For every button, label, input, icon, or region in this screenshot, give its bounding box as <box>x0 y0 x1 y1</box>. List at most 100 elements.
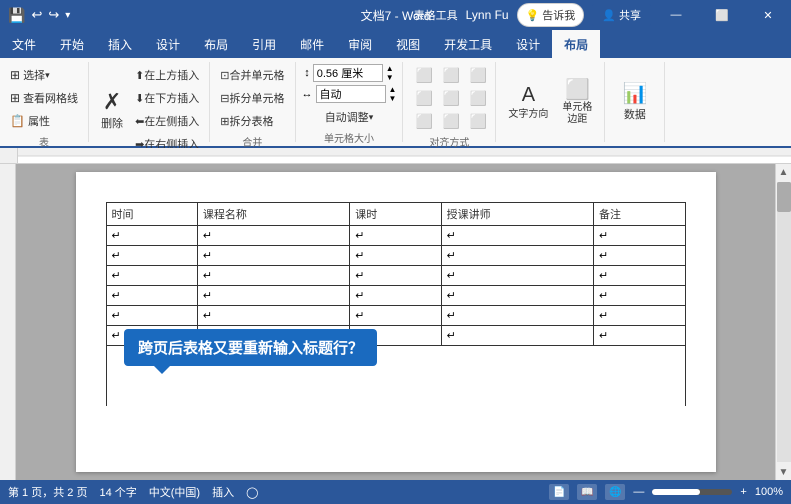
tab-insert[interactable]: 插入 <box>96 30 144 58</box>
cell-height-spinner[interactable]: ▲▼ <box>386 64 394 82</box>
split-table-icon: ⊞ <box>220 115 229 128</box>
maximize-button[interactable]: ⬜ <box>699 0 745 30</box>
table-row: 跨页后表格又要重新输入标题行？ <box>106 346 685 406</box>
split-cells-icon: ⊟ <box>220 92 229 105</box>
table-header-row: 时间 课程名称 课时 授课讲师 备注 <box>106 203 685 226</box>
tab-developer[interactable]: 开发工具 <box>432 30 504 58</box>
text-direction-icon: A <box>522 82 535 108</box>
auto-adjust-button[interactable]: 自动调整 ▾ <box>321 106 378 128</box>
tab-file[interactable]: 文件 <box>0 30 48 58</box>
tab-table-design[interactable]: 设计 <box>504 30 552 58</box>
window-controls: — ⬜ ✕ <box>653 0 791 30</box>
document-page: 时间 课程名称 课时 授课讲师 备注 ↵↵↵↵↵ ↵↵↵↵↵ ↵↵↵↵↵ ↵↵↵… <box>76 172 716 472</box>
scroll-up-button[interactable]: ▲ <box>776 164 791 180</box>
input-mode: 插入 <box>212 484 234 500</box>
page-container: 时间 课程名称 课时 授课讲师 备注 ↵↵↵↵↵ ↵↵↵↵↵ ↵↵↵↵↵ ↵↵↵… <box>16 164 775 480</box>
data-icon: 📊 <box>622 81 647 106</box>
cell-width-input[interactable] <box>316 85 386 103</box>
align-middle-center-button[interactable]: ⬜ <box>436 88 466 109</box>
vertical-ruler <box>0 164 16 480</box>
share-icon: 👤 <box>602 9 616 22</box>
table-tools-label: 表格工具 <box>414 7 458 23</box>
cell-height-input[interactable] <box>313 64 383 82</box>
select-icon: ⊞ <box>10 68 20 82</box>
align-middle-left-button[interactable]: ⬜ <box>409 88 439 109</box>
tell-me-button[interactable]: 💡 告诉我 <box>517 3 585 27</box>
tab-table-layout[interactable]: 布局 <box>552 30 600 58</box>
align-top-center-button[interactable]: ⬜ <box>436 65 466 86</box>
split-cells-button[interactable]: ⊟ 拆分单元格 <box>216 87 288 109</box>
customize-quick-access-icon[interactable]: ▾ <box>65 10 70 21</box>
delete-button[interactable]: ✗ 删除 <box>95 85 129 135</box>
page-info: 第 1 页，共 2 页 <box>8 484 87 500</box>
view-print-button[interactable]: 📄 <box>549 484 569 500</box>
word-count: 14 个字 <box>99 484 136 500</box>
tab-view[interactable]: 视图 <box>384 30 432 58</box>
split-table-button[interactable]: ⊞ 拆分表格 <box>216 110 277 132</box>
document-table: 时间 课程名称 课时 授课讲师 备注 ↵↵↵↵↵ ↵↵↵↵↵ ↵↵↵↵↵ ↵↵↵… <box>106 202 686 406</box>
align-bottom-center-button[interactable]: ⬜ <box>436 111 466 132</box>
cell-width-spinner[interactable]: ▲▼ <box>389 85 397 103</box>
header-cell-time: 时间 <box>106 203 197 226</box>
close-button[interactable]: ✕ <box>745 0 791 30</box>
zoom-slider[interactable] <box>652 489 732 495</box>
tab-design[interactable]: 设计 <box>144 30 192 58</box>
tab-review[interactable]: 审阅 <box>336 30 384 58</box>
align-bottom-right-button[interactable]: ⬜ <box>463 111 493 132</box>
status-right: 📄 📖 🌐 — + 100% <box>549 484 783 500</box>
ruler-track: // ticks rendered via CSS <box>18 148 791 163</box>
share-button[interactable]: 👤 共享 <box>592 4 651 26</box>
scroll-down-button[interactable]: ▼ <box>776 464 791 480</box>
ribbon-group-rows-columns: ✗ 删除 ⬆ 在上方插入 ⬇ 在下方插入 ⬅ 在左侧插入 ➡ 在右侧插 <box>89 62 210 142</box>
insert-below-icon: ⬇ <box>135 92 144 105</box>
ribbon-group-alignment-icons: ⬜ ⬜ ⬜ ⬜ ⬜ ⬜ ⬜ ⬜ ⬜ 对齐方式 <box>403 62 496 142</box>
select-button[interactable]: ⊞ 选择▾ <box>6 64 82 86</box>
merge-cells-icon: ⊡ <box>220 69 229 82</box>
vertical-scrollbar[interactable]: ▲ ▼ <box>775 164 791 480</box>
alignment-group-label: 对齐方式 <box>429 132 469 149</box>
align-bottom-left-button[interactable]: ⬜ <box>409 111 439 132</box>
view-web-button[interactable]: 🌐 <box>605 484 625 500</box>
ribbon-group-text-direction: A 文字方向 ⬜ 单元格 边距 <box>496 62 605 142</box>
view-gridlines-button[interactable]: ⊞ 查看网格线 <box>6 87 82 109</box>
cell-size-group-label: 单元格大小 <box>324 128 374 145</box>
undo-icon[interactable]: ↩ <box>31 7 42 23</box>
data-button[interactable]: 📊 数据 <box>616 77 653 126</box>
table-row: ↵↵↵↵↵ <box>106 286 685 306</box>
align-middle-right-button[interactable]: ⬜ <box>463 88 493 109</box>
save-icon[interactable]: 💾 <box>8 7 25 24</box>
align-top-right-button[interactable]: ⬜ <box>463 65 493 86</box>
text-direction-button[interactable]: A 文字方向 <box>502 78 554 125</box>
insert-above-button[interactable]: ⬆ 在上方插入 <box>131 64 203 86</box>
cell-height-icon: ↕ <box>304 67 310 79</box>
table-group-label: 表 <box>39 132 49 149</box>
properties-button[interactable]: 📋 属性 <box>6 110 82 132</box>
tab-home[interactable]: 开始 <box>48 30 96 58</box>
username: Lynn Fu <box>466 8 509 22</box>
table-row: ↵↵↵↵↵ <box>106 246 685 266</box>
document-area: 时间 课程名称 课时 授课讲师 备注 ↵↵↵↵↵ ↵↵↵↵↵ ↵↵↵↵↵ ↵↵↵… <box>0 164 791 480</box>
align-top-left-button[interactable]: ⬜ <box>409 65 439 86</box>
insert-left-button[interactable]: ⬅ 在左侧插入 <box>131 110 203 132</box>
cell-margin-icon: ⬜ <box>565 77 590 102</box>
minus-zoom-button[interactable]: — <box>633 486 644 498</box>
minimize-button[interactable]: — <box>653 0 699 30</box>
insert-below-button[interactable]: ⬇ 在下方插入 <box>131 87 203 109</box>
tab-mailings[interactable]: 邮件 <box>288 30 336 58</box>
plus-zoom-button[interactable]: + <box>740 486 746 498</box>
ribbon-content: ⊞ 选择▾ ⊞ 查看网格线 📋 属性 表 ✗ 删除 <box>0 58 791 148</box>
insert-left-icon: ⬅ <box>135 115 144 128</box>
redo-icon[interactable]: ↪ <box>48 7 59 23</box>
lightbulb-icon: 💡 <box>526 9 540 22</box>
view-read-button[interactable]: 📖 <box>577 484 597 500</box>
tab-layout[interactable]: 布局 <box>192 30 240 58</box>
scroll-track <box>777 182 791 462</box>
title-bar: 💾 ↩ ↪ ▾ 文档7 - Word 表格工具 Lynn Fu 💡 告诉我 👤 … <box>0 0 791 30</box>
merge-cells-button[interactable]: ⊡ 合并单元格 <box>216 64 288 86</box>
cell-width-icon: ↔ <box>302 88 313 100</box>
tab-references[interactable]: 引用 <box>240 30 288 58</box>
header-cell-remarks: 备注 <box>594 203 685 226</box>
cell-margin-button[interactable]: ⬜ 单元格 边距 <box>556 73 598 130</box>
scroll-thumb[interactable] <box>777 182 791 212</box>
ruler-corner[interactable] <box>0 148 18 164</box>
